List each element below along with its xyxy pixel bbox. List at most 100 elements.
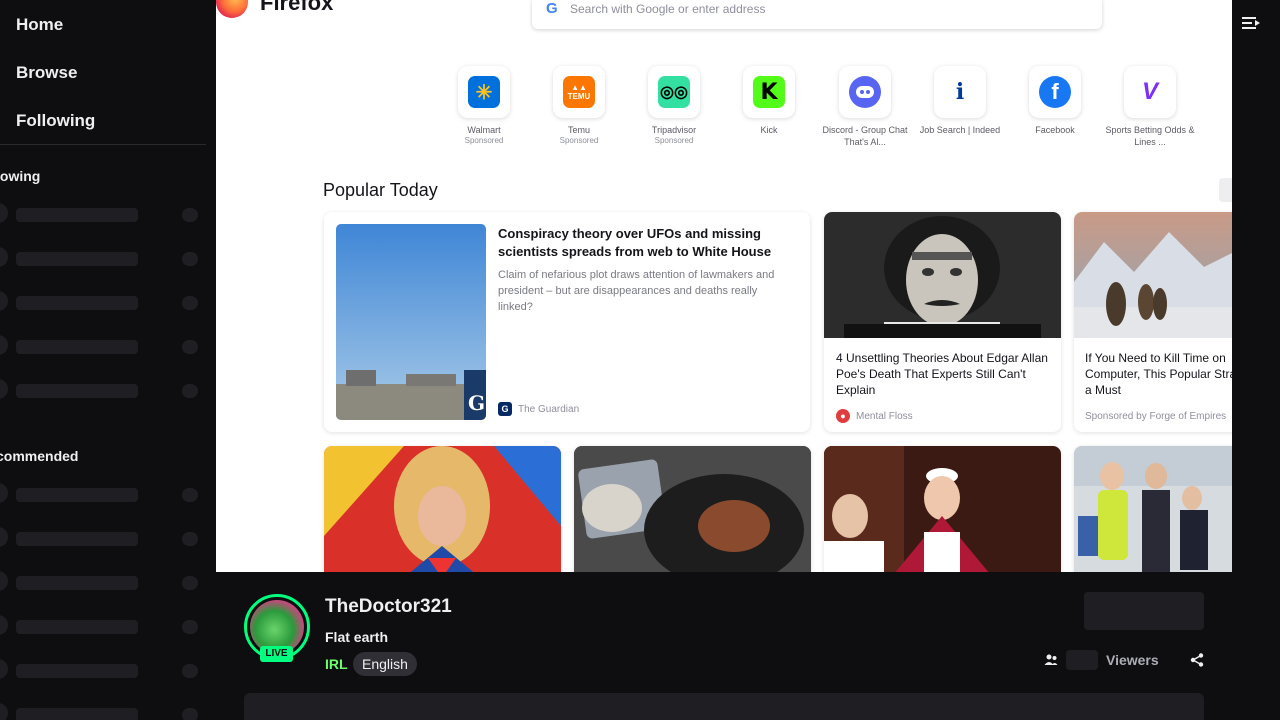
shortcut-label: Kick xyxy=(760,125,778,135)
sidebar-channel-placeholder xyxy=(0,614,206,638)
shortcut-discord[interactable]: Discord - Group Chat That's Al... xyxy=(820,66,910,148)
story-card-supergirl[interactable] xyxy=(324,446,561,572)
stream-video[interactable]: Firefox G Search with Google or enter ad… xyxy=(216,0,1232,572)
sidebar-divider xyxy=(0,144,206,145)
sidebar-channel-placeholder xyxy=(0,246,206,270)
story-source: Sponsored by Forge of Empires xyxy=(1085,411,1227,422)
story-image-ufo: G xyxy=(336,224,486,420)
temu-icon: ▲▲ TEMU xyxy=(563,76,595,108)
indeed-icon: i xyxy=(944,76,976,108)
shortcut-label: Discord - Group Chat That's Al... xyxy=(822,125,908,147)
story-card-ufo[interactable]: G Conspiracy theory over UFOs and missin… xyxy=(324,212,810,432)
viewers-placeholder xyxy=(182,384,198,398)
about-panel-placeholder xyxy=(244,693,1204,720)
avatar-placeholder xyxy=(0,203,8,223)
avatar-placeholder xyxy=(0,703,8,720)
viewers-label: Viewers xyxy=(1106,652,1159,668)
firefox-logo-icon xyxy=(216,0,248,18)
follow-button-placeholder xyxy=(1084,592,1204,630)
name-placeholder xyxy=(16,208,138,222)
story-card-poe[interactable]: 4 Unsettling Theories About Edgar Allan … xyxy=(824,212,1061,432)
search-input[interactable]: G Search with Google or enter address xyxy=(532,0,1102,29)
story-card-pope[interactable] xyxy=(824,446,1061,572)
search-placeholder: Search with Google or enter address xyxy=(570,2,766,16)
story-image-game xyxy=(1074,212,1232,338)
name-placeholder xyxy=(16,664,138,678)
name-placeholder xyxy=(16,296,138,310)
viewer-count-placeholder xyxy=(1066,650,1098,670)
live-badge: LIVE xyxy=(260,646,293,662)
name-placeholder xyxy=(16,532,138,546)
sidebar-channel-placeholder xyxy=(0,290,206,314)
channel-name[interactable]: TheDoctor321 xyxy=(325,596,452,618)
story-card-sponsored[interactable]: If You Need to Kill Time on Computer, Th… xyxy=(1074,212,1232,432)
sidebar-channel-placeholder xyxy=(0,202,206,226)
story-card-steak[interactable] xyxy=(574,446,811,572)
shortcut-sponsored: Sponsored xyxy=(654,136,694,145)
shortcut-facebook[interactable]: f Facebook xyxy=(1010,66,1100,136)
avatar-placeholder xyxy=(0,571,8,591)
viewer-count: Viewers xyxy=(1044,650,1205,670)
shortcut-label: Sports Betting Odds & Lines ... xyxy=(1105,125,1195,147)
expand-chat-icon[interactable] xyxy=(1240,12,1262,34)
viewers-placeholder xyxy=(182,532,198,546)
stream-title: Flat earth xyxy=(325,629,389,645)
shortcut-sportsbook[interactable]: V Sports Betting Odds & Lines ... xyxy=(1105,66,1195,148)
story-image-steak xyxy=(574,446,811,572)
shortcut-indeed[interactable]: i Job Search | Indeed xyxy=(915,66,1005,136)
popular-today-heading: Popular Today xyxy=(323,180,438,200)
shortcut-sponsored: Sponsored xyxy=(559,136,599,145)
nav-following[interactable]: Following xyxy=(16,111,95,131)
viewers-placeholder xyxy=(182,488,198,502)
facebook-icon: f xyxy=(1039,76,1071,108)
viewers-placeholder xyxy=(182,252,198,266)
recommended-section-title: commended xyxy=(0,448,79,464)
shortcut-temu[interactable]: ▲▲ TEMU Temu Sponsored xyxy=(534,66,624,145)
following-section-title: lowing xyxy=(0,168,41,184)
viewers-placeholder xyxy=(182,620,198,634)
avatar-placeholder xyxy=(0,659,8,679)
viewers-placeholder xyxy=(182,208,198,222)
stream-tag[interactable]: English xyxy=(353,652,417,676)
sidebar-channel-placeholder xyxy=(0,658,206,682)
right-gutter xyxy=(1232,0,1280,720)
shortcut-label: Walmart xyxy=(467,125,501,135)
avatar-placeholder xyxy=(0,335,8,355)
kick-icon: K xyxy=(753,76,785,108)
avatar-placeholder xyxy=(0,379,8,399)
stream-category[interactable]: IRL xyxy=(325,656,348,672)
name-placeholder xyxy=(16,252,138,266)
viewers-placeholder xyxy=(182,664,198,678)
viewers-placeholder xyxy=(182,340,198,354)
sidebar-channel-placeholder xyxy=(0,702,206,720)
story-image-pope xyxy=(824,446,1061,572)
nav-browse[interactable]: Browse xyxy=(16,63,77,83)
share-icon[interactable] xyxy=(1189,652,1205,668)
sidebar-channel-placeholder xyxy=(0,334,206,358)
sidebar: Home Browse Following lowing commended xyxy=(0,0,216,720)
channel-info: LIVE TheDoctor321 Flat earth IRL English… xyxy=(216,572,1232,720)
sidebar-channel-placeholder xyxy=(0,570,206,594)
name-placeholder xyxy=(16,576,138,590)
sidebar-channel-placeholder xyxy=(0,378,206,402)
viewers-placeholder xyxy=(182,296,198,310)
shortcut-sponsored: Sponsored xyxy=(464,136,504,145)
nav-home[interactable]: Home xyxy=(16,15,63,35)
story-image-supergirl xyxy=(324,446,561,572)
shortcut-label: Temu xyxy=(567,125,590,135)
avatar-placeholder xyxy=(0,247,8,267)
shortcut-label: Tripadvisor xyxy=(651,125,697,135)
google-icon: G xyxy=(546,0,558,17)
sportsbook-icon: V xyxy=(1134,76,1166,108)
walmart-icon: ✳ xyxy=(468,76,500,108)
scroll-right-button[interactable] xyxy=(1219,178,1232,202)
story-card-office[interactable] xyxy=(1074,446,1232,572)
shortcut-walmart[interactable]: ✳ Walmart Sponsored xyxy=(439,66,529,145)
shortcut-kick[interactable]: K Kick xyxy=(724,66,814,136)
shortcut-tripadvisor[interactable]: ◎◎ Tripadvisor Sponsored xyxy=(629,66,719,145)
name-placeholder xyxy=(16,340,138,354)
story-source: Mental Floss xyxy=(856,410,913,422)
story-image-office xyxy=(1074,446,1232,572)
story-description: Claim of nefarious plot draws attention … xyxy=(498,269,775,313)
firefox-wordmark: Firefox xyxy=(260,0,334,15)
